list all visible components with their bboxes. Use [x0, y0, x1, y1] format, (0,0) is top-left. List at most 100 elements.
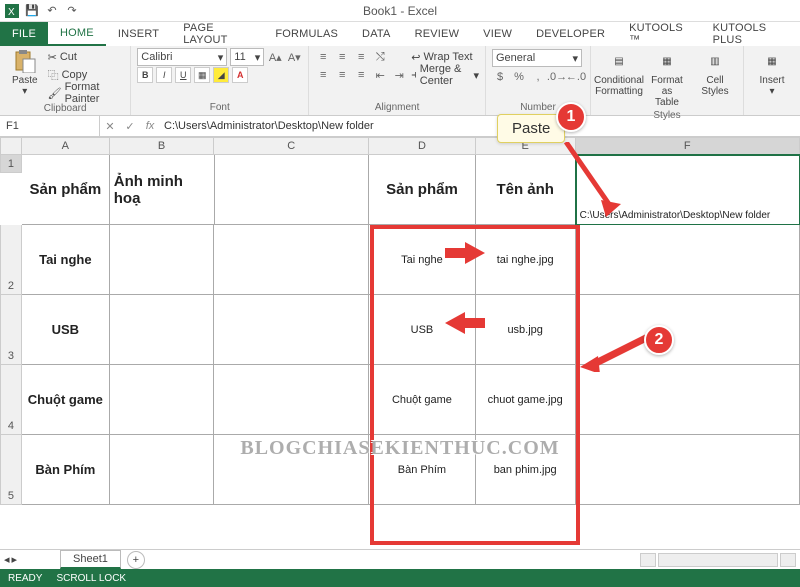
formula-input[interactable]: C:\Users\Administrator\Desktop\New folde… [160, 120, 800, 132]
sheet-tab-1[interactable]: Sheet1 [60, 550, 121, 569]
indent-increase-icon[interactable]: ⇥ [391, 67, 407, 83]
cell-styles-button[interactable]: ▥Cell Styles [693, 49, 737, 97]
tab-view[interactable]: VIEW [471, 22, 524, 46]
conditional-formatting-button[interactable]: ▤Conditional Formatting [597, 49, 641, 97]
tab-file[interactable]: FILE [0, 22, 48, 46]
sheet-nav-first-icon[interactable]: ◂ [4, 553, 10, 566]
ribbon-tabs: FILE HOME INSERT PAGE LAYOUT FORMULAS DA… [0, 22, 800, 46]
align-left-icon[interactable]: ≡ [315, 67, 331, 83]
cell-a2[interactable]: Tai nghe [22, 225, 110, 295]
row-header-1[interactable]: 1 [0, 155, 22, 173]
row-header-3[interactable]: 3 [0, 295, 22, 365]
increase-font-icon[interactable]: A▴ [267, 49, 283, 65]
tab-review[interactable]: REVIEW [403, 22, 472, 46]
cell-b3[interactable] [110, 295, 215, 365]
format-as-table-button[interactable]: ▦Format as Table [645, 49, 689, 108]
merge-center-button[interactable]: ⫞Merge & Center▾ [411, 67, 479, 83]
fill-color-button[interactable]: ◢ [213, 67, 229, 83]
tab-pagelayout[interactable]: PAGE LAYOUT [171, 22, 263, 46]
cell-c3[interactable] [214, 295, 369, 365]
align-middle-icon[interactable]: ≡ [334, 49, 350, 65]
col-header-b[interactable]: B [110, 137, 215, 155]
currency-icon[interactable]: $ [492, 69, 508, 85]
spreadsheet-grid: A B C D E F 1 Sản phẩm Ảnh minh hoạ Sản … [0, 137, 800, 549]
new-sheet-button[interactable]: + [127, 551, 145, 569]
select-all-corner[interactable] [0, 137, 22, 155]
undo-icon[interactable]: ↶ [44, 3, 60, 19]
cell-b4[interactable] [110, 365, 215, 435]
tab-kutools[interactable]: KUTOOLS ™ [617, 22, 700, 46]
align-right-icon[interactable]: ≡ [353, 67, 369, 83]
font-size-select[interactable]: 11▾ [230, 48, 264, 66]
status-scroll-lock: SCROLL LOCK [56, 573, 126, 584]
cell-b2[interactable] [110, 225, 215, 295]
align-top-icon[interactable]: ≡ [315, 49, 331, 65]
cell-a4[interactable]: Chuột game [22, 365, 110, 435]
merge-icon: ⫞ [411, 69, 417, 82]
decrease-font-icon[interactable]: A▾ [286, 49, 302, 65]
name-box[interactable]: F1 [0, 116, 100, 136]
tab-developer[interactable]: DEVELOPER [524, 22, 617, 46]
insert-cells-button[interactable]: ▦Insert▾ [750, 49, 794, 97]
column-headers: A B C D E F [0, 137, 800, 155]
cell-a1[interactable]: Sản phẩm [22, 155, 110, 225]
tab-insert[interactable]: INSERT [106, 22, 171, 46]
tab-kutoolsplus[interactable]: KUTOOLS PLUS [701, 22, 800, 46]
increase-decimal-icon[interactable]: .0→ [549, 69, 565, 85]
col-header-c[interactable]: C [214, 137, 369, 155]
cell-c2[interactable] [214, 225, 369, 295]
cancel-icon[interactable]: ✕ [100, 120, 120, 133]
sheet-tab-bar: ◂ ▸ Sheet1 + [0, 549, 800, 569]
comma-icon[interactable]: , [530, 69, 546, 85]
tab-home[interactable]: HOME [48, 22, 106, 46]
col-header-d[interactable]: D [369, 137, 476, 155]
orientation-icon[interactable]: ⤭ [372, 49, 388, 65]
underline-button[interactable]: U [175, 67, 191, 83]
enter-icon[interactable]: ✓ [120, 120, 140, 133]
redo-icon[interactable]: ↷ [64, 3, 80, 19]
hscroll-right-icon[interactable] [780, 553, 796, 567]
tab-data[interactable]: DATA [350, 22, 403, 46]
hscroll-left-icon[interactable] [640, 553, 656, 567]
save-icon[interactable]: 💾 [24, 3, 40, 19]
cell-f4[interactable] [576, 365, 800, 435]
wrap-icon: ↩ [411, 51, 420, 64]
row-header-4[interactable]: 4 [0, 365, 22, 435]
group-cells: ▦Insert▾ [744, 46, 800, 115]
format-painter-button[interactable]: 🖌Format Painter [48, 85, 125, 101]
arrow-left-2-icon [445, 312, 485, 334]
align-bottom-icon[interactable]: ≡ [353, 49, 369, 65]
bold-button[interactable]: B [137, 67, 153, 83]
cut-button[interactable]: ✂Cut [48, 49, 125, 65]
border-button[interactable]: ▦ [194, 67, 210, 83]
cell-c4[interactable] [214, 365, 369, 435]
percent-icon[interactable]: % [511, 69, 527, 85]
group-alignment: ≡ ≡ ≡ ⤭ ≡ ≡ ≡ ⇤ ⇥ ↩Wrap Text ⫞Merge & Ce… [309, 46, 486, 115]
window-title: Book1 - Excel [0, 4, 800, 18]
arrow-callout-2-icon [580, 332, 650, 372]
font-name-select[interactable]: Calibri▾ [137, 48, 227, 66]
table-icon: ▦ [655, 49, 679, 73]
cell-b1[interactable]: Ảnh minh hoạ [110, 155, 215, 225]
cell-d1[interactable]: Sản phẩm [369, 155, 476, 225]
cell-f2[interactable] [576, 225, 800, 295]
paste-icon [13, 49, 37, 73]
align-center-icon[interactable]: ≡ [334, 67, 350, 83]
decrease-decimal-icon[interactable]: ←.0 [568, 69, 584, 85]
row-header-2[interactable]: 2 [0, 225, 22, 295]
cut-icon: ✂ [48, 51, 57, 64]
status-ready: READY [8, 573, 42, 584]
hscroll-track[interactable] [658, 553, 778, 567]
italic-button[interactable]: I [156, 67, 172, 83]
indent-decrease-icon[interactable]: ⇤ [372, 67, 388, 83]
paste-button[interactable]: Paste ▾ [6, 49, 44, 97]
col-header-a[interactable]: A [22, 137, 110, 155]
cell-a3[interactable]: USB [22, 295, 110, 365]
font-color-button[interactable]: A [232, 67, 248, 83]
copy-icon: ⿻ [48, 67, 59, 83]
cell-c1[interactable] [215, 155, 370, 225]
tab-formulas[interactable]: FORMULAS [263, 22, 350, 46]
number-format-select[interactable]: General▾ [492, 49, 582, 67]
fx-icon[interactable]: fx [140, 120, 160, 132]
sheet-nav-last-icon[interactable]: ▸ [12, 553, 18, 566]
